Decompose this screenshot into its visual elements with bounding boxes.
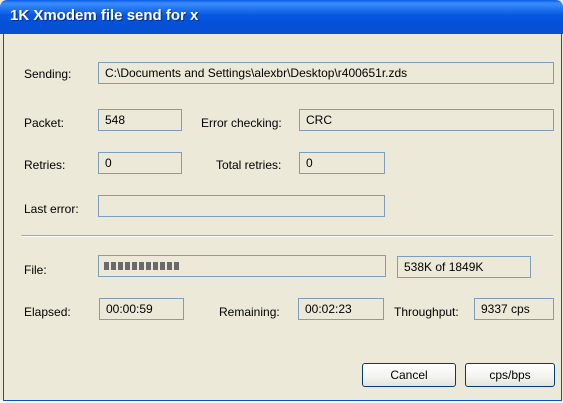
sending-path-field: C:\Documents and Settings\alexbr\Desktop…	[98, 62, 554, 84]
cps-bps-button-label: cps/bps	[489, 368, 531, 382]
cancel-button-label: Cancel	[390, 368, 428, 382]
cancel-button[interactable]: Cancel	[362, 363, 456, 387]
dialog-window: 1K Xmodem file send for x Sending: C:\Do…	[0, 0, 563, 401]
dialog-body	[3, 34, 562, 401]
elapsed-field: 00:00:59	[99, 298, 184, 320]
progress-segment	[104, 262, 109, 270]
progress-segment	[132, 262, 137, 270]
last-error-label: Last error:	[24, 202, 79, 216]
total-retries-label: Total retries:	[216, 158, 282, 172]
sending-label: Sending:	[24, 67, 72, 81]
progress-segment	[167, 262, 172, 270]
retries-field: 0	[98, 152, 182, 174]
progress-segment	[174, 262, 179, 270]
progress-segment	[125, 262, 130, 270]
file-label: File:	[24, 263, 47, 277]
last-error-field	[98, 195, 385, 217]
progress-segment	[160, 262, 165, 270]
throughput-field: 9337 cps	[474, 298, 554, 320]
remaining-label: Remaining:	[219, 305, 280, 319]
progress-segment	[153, 262, 158, 270]
progress-segment	[146, 262, 151, 270]
progress-segment	[139, 262, 144, 270]
window-title: 1K Xmodem file send for x	[10, 7, 199, 24]
cps-bps-button[interactable]: cps/bps	[465, 363, 555, 387]
title-bar[interactable]: 1K Xmodem file send for x	[0, 0, 563, 34]
remaining-field: 00:02:23	[298, 298, 384, 320]
file-size-field: 538K of 1849K	[397, 256, 531, 278]
packet-field: 548	[98, 109, 182, 131]
progress-segment	[118, 262, 123, 270]
retries-label: Retries:	[24, 158, 66, 172]
error-checking-label: Error checking:	[201, 116, 282, 130]
progress-fill	[104, 262, 179, 270]
packet-label: Packet:	[24, 116, 65, 130]
throughput-label: Throughput:	[394, 305, 459, 319]
separator	[21, 235, 553, 237]
progress-segment	[111, 262, 116, 270]
file-progress-bar	[98, 255, 386, 277]
elapsed-label: Elapsed:	[24, 305, 71, 319]
total-retries-field: 0	[299, 152, 385, 174]
error-checking-field: CRC	[299, 109, 554, 131]
